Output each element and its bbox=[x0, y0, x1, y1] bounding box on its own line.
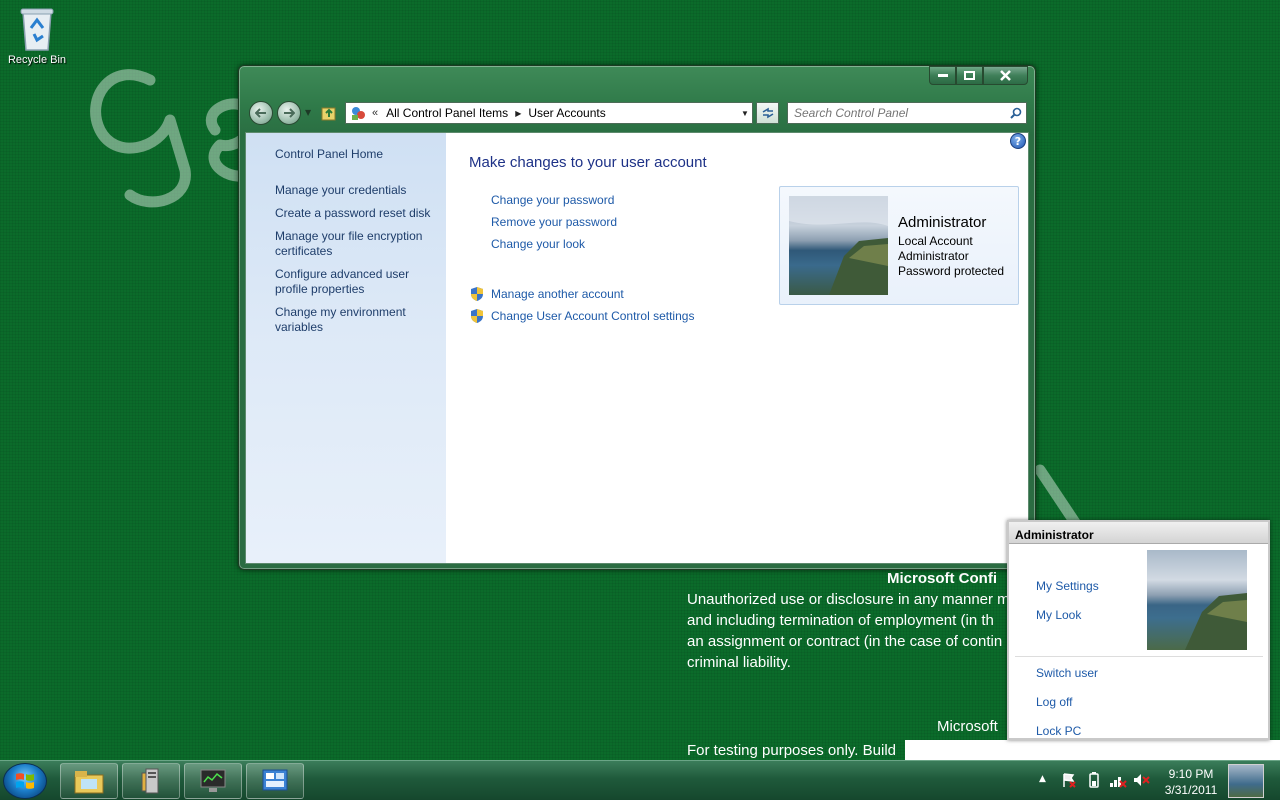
breadcrumb-separator-icon[interactable]: ▶ bbox=[515, 109, 521, 118]
clock-date: 3/31/2011 bbox=[1164, 783, 1218, 797]
navigation-pane: Control Panel Home Manage your credentia… bbox=[246, 133, 446, 563]
user-menu-popup: Administrator My Settings My Look Switch… bbox=[1007, 520, 1270, 740]
taskbar-server-button[interactable] bbox=[122, 763, 180, 799]
manage-another-account-label: Manage another account bbox=[491, 287, 624, 301]
control-panel-app-icon bbox=[262, 769, 288, 791]
landscape-image bbox=[789, 196, 888, 295]
address-bar[interactable]: « All Control Panel Items ▶ User Account… bbox=[345, 102, 753, 124]
control-panel-window[interactable]: ▼ « All Control Panel Items ▶ User Accou… bbox=[238, 65, 1036, 570]
account-card: Administrator Local Account Administrato… bbox=[779, 186, 1019, 305]
maximize-icon bbox=[964, 71, 975, 80]
volume-muted-icon[interactable] bbox=[1133, 772, 1151, 788]
switch-user-link[interactable]: Switch user bbox=[1036, 666, 1098, 680]
page-title: Make changes to your user account bbox=[469, 154, 707, 171]
manage-another-account-link[interactable]: Manage another account bbox=[469, 286, 624, 302]
account-picture[interactable] bbox=[789, 196, 888, 295]
address-dropdown[interactable]: ▼ bbox=[738, 109, 752, 118]
up-folder-button[interactable] bbox=[321, 105, 337, 125]
folder-icon bbox=[74, 771, 104, 794]
taskbar-monitor-button[interactable] bbox=[184, 763, 242, 799]
recycle-bin-icon bbox=[20, 8, 54, 51]
background-title: Microsoft Confi bbox=[887, 570, 997, 587]
advanced-profile-link[interactable]: Configure advanced user profile properti… bbox=[275, 267, 435, 297]
background-line: and including termination of employment … bbox=[687, 612, 994, 629]
help-button[interactable]: ? bbox=[1010, 133, 1026, 149]
monitor-icon bbox=[200, 769, 226, 792]
control-panel-icon bbox=[352, 107, 365, 120]
recent-pages-dropdown[interactable]: ▼ bbox=[305, 108, 311, 117]
remove-password-link[interactable]: Remove your password bbox=[491, 215, 617, 229]
search-icon[interactable] bbox=[1010, 107, 1022, 119]
close-button[interactable] bbox=[983, 66, 1028, 85]
action-center-flag-icon[interactable] bbox=[1061, 772, 1077, 788]
uac-shield-icon bbox=[471, 309, 483, 323]
network-signal-icon[interactable] bbox=[1109, 772, 1127, 788]
forward-arrow-icon bbox=[284, 108, 295, 118]
minimize-button[interactable] bbox=[929, 66, 956, 85]
taskbar: ▲ 9:10 PM 3/31/2011 bbox=[0, 760, 1280, 800]
account-role: Administrator bbox=[898, 249, 969, 263]
windows-logo-icon bbox=[16, 773, 34, 789]
background-microsoft: Microsoft bbox=[937, 718, 998, 735]
system-clock[interactable]: 9:10 PM 3/31/2011 bbox=[1150, 766, 1232, 798]
back-arrow-icon bbox=[255, 108, 266, 118]
control-panel-home-link[interactable]: Control Panel Home bbox=[275, 147, 435, 162]
account-name: Administrator bbox=[898, 214, 987, 231]
clock-time: 9:10 PM bbox=[1168, 767, 1214, 781]
maximize-button[interactable] bbox=[956, 66, 983, 85]
white-bar bbox=[905, 740, 1280, 760]
content-area: Control Panel Home Manage your credentia… bbox=[245, 132, 1029, 564]
background-line: an assignment or contract (in the case o… bbox=[687, 633, 1003, 650]
landscape-image bbox=[1185, 593, 1247, 650]
close-icon bbox=[1000, 70, 1011, 81]
user-menu-header: Administrator bbox=[1009, 522, 1268, 544]
user-menu-divider bbox=[1015, 656, 1263, 657]
breadcrumb-item-all-control-panel[interactable]: All Control Panel Items bbox=[386, 106, 508, 120]
uac-settings-link[interactable]: Change User Account Control settings bbox=[469, 308, 694, 324]
password-reset-disk-link[interactable]: Create a password reset disk bbox=[275, 206, 435, 221]
manage-credentials-link[interactable]: Manage your credentials bbox=[275, 183, 435, 198]
server-icon bbox=[141, 768, 159, 794]
refresh-button[interactable] bbox=[756, 102, 779, 124]
my-settings-link[interactable]: My Settings bbox=[1036, 579, 1099, 593]
background-line: Unauthorized use or disclosure in any ma… bbox=[687, 591, 1007, 608]
change-look-link[interactable]: Change your look bbox=[491, 237, 585, 251]
file-encryption-link[interactable]: Manage your file encryption certificates bbox=[275, 229, 435, 259]
environment-variables-link[interactable]: Change my environment variables bbox=[275, 305, 435, 335]
folder-up-icon bbox=[321, 107, 336, 121]
log-off-link[interactable]: Log off bbox=[1036, 695, 1072, 709]
account-type: Local Account bbox=[898, 234, 973, 248]
change-password-link[interactable]: Change your password bbox=[491, 193, 614, 207]
back-button[interactable] bbox=[249, 101, 273, 125]
battery-icon[interactable] bbox=[1087, 772, 1101, 788]
show-desktop-button[interactable] bbox=[1228, 764, 1264, 798]
breadcrumb-overflow[interactable]: « bbox=[372, 107, 378, 119]
lock-pc-link[interactable]: Lock PC bbox=[1036, 724, 1081, 738]
forward-button[interactable] bbox=[277, 101, 301, 125]
search-input[interactable] bbox=[794, 106, 994, 120]
taskbar-explorer-button[interactable] bbox=[60, 763, 118, 799]
background-build: For testing purposes only. Build bbox=[687, 742, 896, 759]
caption-buttons bbox=[929, 66, 1028, 86]
background-line: criminal liability. bbox=[687, 654, 791, 671]
start-button[interactable] bbox=[3, 763, 47, 799]
show-hidden-icons-button[interactable]: ▲ bbox=[1039, 774, 1046, 784]
recycle-bin[interactable]: Recycle Bin bbox=[4, 6, 70, 66]
refresh-icon bbox=[762, 107, 773, 119]
search-box[interactable] bbox=[787, 102, 1027, 124]
account-password-status: Password protected bbox=[898, 264, 1005, 278]
uac-settings-label: Change User Account Control settings bbox=[491, 309, 695, 323]
minimize-icon bbox=[937, 73, 948, 77]
user-menu-picture bbox=[1147, 550, 1247, 650]
taskbar-control-panel-button[interactable] bbox=[246, 763, 304, 799]
recycle-bin-label: Recycle Bin bbox=[7, 54, 67, 66]
uac-shield-icon bbox=[471, 287, 483, 301]
my-look-link[interactable]: My Look bbox=[1036, 608, 1081, 622]
breadcrumb-item-user-accounts[interactable]: User Accounts bbox=[528, 106, 605, 120]
